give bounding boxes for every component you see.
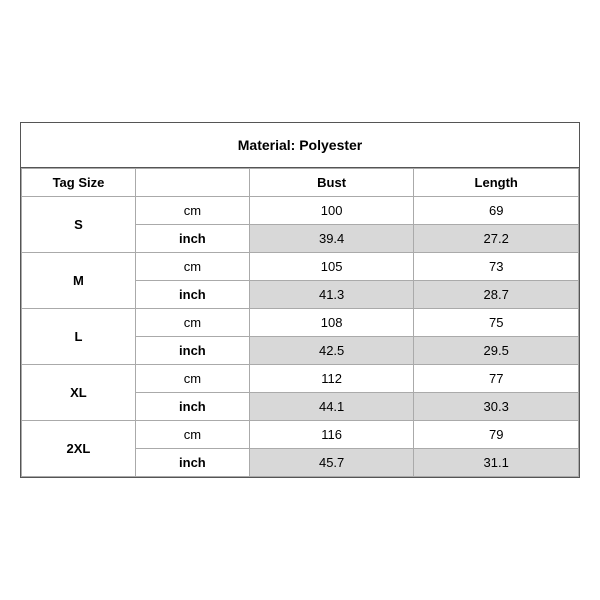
length-cm: 77 — [414, 365, 579, 393]
header-tag-size: Tag Size — [22, 169, 136, 197]
tag-size-cell: XL — [22, 365, 136, 421]
chart-title: Material: Polyester — [21, 123, 579, 168]
table-row: 2XLcm11679 — [22, 421, 579, 449]
unit-inch: inch — [135, 281, 249, 309]
length-inch: 28.7 — [414, 281, 579, 309]
bust-inch: 42.5 — [249, 337, 414, 365]
tag-size-cell: M — [22, 253, 136, 309]
length-inch: 27.2 — [414, 225, 579, 253]
unit-cm: cm — [135, 421, 249, 449]
length-inch: 29.5 — [414, 337, 579, 365]
size-chart-container: Material: Polyester Tag Size Bust Length… — [20, 122, 580, 478]
unit-inch: inch — [135, 449, 249, 477]
bust-inch: 41.3 — [249, 281, 414, 309]
table-row: Scm10069 — [22, 197, 579, 225]
header-length: Length — [414, 169, 579, 197]
bust-cm: 100 — [249, 197, 414, 225]
bust-inch: 39.4 — [249, 225, 414, 253]
bust-cm: 116 — [249, 421, 414, 449]
length-cm: 69 — [414, 197, 579, 225]
unit-cm: cm — [135, 253, 249, 281]
table-row: Lcm10875 — [22, 309, 579, 337]
header-empty — [135, 169, 249, 197]
table-row: Mcm10573 — [22, 253, 579, 281]
header-bust: Bust — [249, 169, 414, 197]
tag-size-cell: L — [22, 309, 136, 365]
bust-cm: 112 — [249, 365, 414, 393]
tag-size-cell: 2XL — [22, 421, 136, 477]
bust-inch: 45.7 — [249, 449, 414, 477]
unit-cm: cm — [135, 309, 249, 337]
length-cm: 75 — [414, 309, 579, 337]
unit-cm: cm — [135, 197, 249, 225]
size-table: Tag Size Bust Length Scm10069inch39.427.… — [21, 168, 579, 477]
table-row: XLcm11277 — [22, 365, 579, 393]
bust-inch: 44.1 — [249, 393, 414, 421]
unit-cm: cm — [135, 365, 249, 393]
tag-size-cell: S — [22, 197, 136, 253]
length-cm: 73 — [414, 253, 579, 281]
unit-inch: inch — [135, 225, 249, 253]
length-cm: 79 — [414, 421, 579, 449]
length-inch: 30.3 — [414, 393, 579, 421]
unit-inch: inch — [135, 393, 249, 421]
length-inch: 31.1 — [414, 449, 579, 477]
unit-inch: inch — [135, 337, 249, 365]
bust-cm: 108 — [249, 309, 414, 337]
bust-cm: 105 — [249, 253, 414, 281]
